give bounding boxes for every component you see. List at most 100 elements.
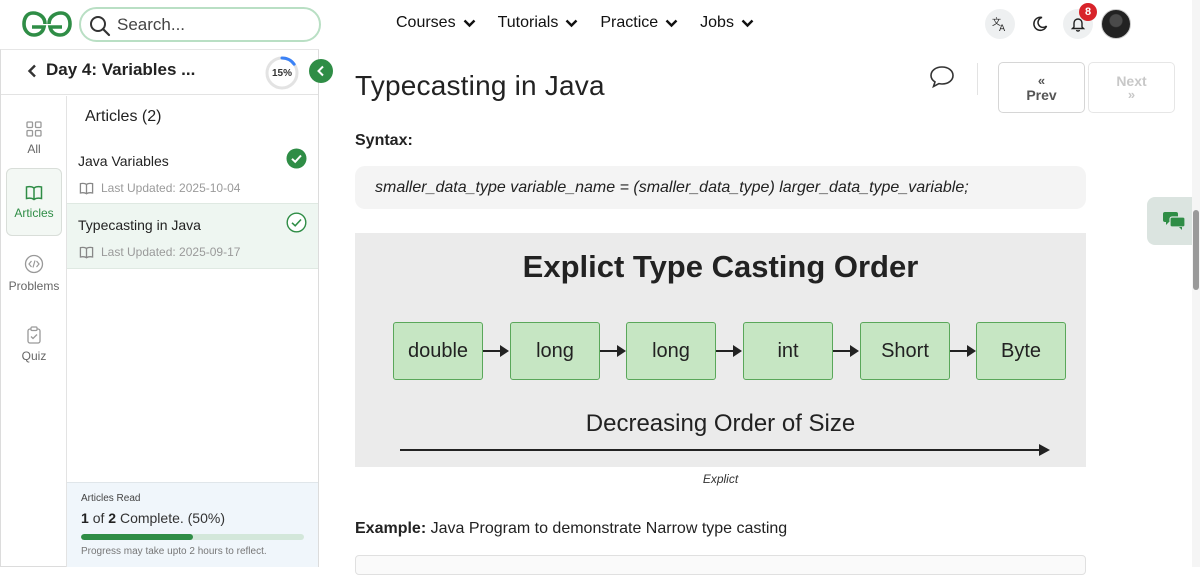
nav-tutorials[interactable]: Tutorials — [498, 14, 579, 32]
chevron-left-icon[interactable] — [27, 64, 37, 78]
syntax-code: smaller_data_type variable_name = (small… — [355, 166, 1086, 209]
book-icon — [79, 182, 94, 195]
chat-icon — [1162, 212, 1186, 230]
geeksforgeeks-logo[interactable] — [22, 10, 72, 38]
collapse-sidebar-button[interactable] — [309, 59, 333, 83]
diagram-arrow — [950, 345, 976, 357]
tab-all[interactable]: All — [6, 104, 62, 172]
chevron-down-icon — [741, 19, 754, 27]
divider — [977, 63, 978, 95]
diagram-box-int: int — [743, 322, 833, 380]
top-navbar: Courses Tutorials Practice Jobs 文 A — [0, 0, 1200, 49]
moon-icon — [1033, 16, 1048, 32]
code-block — [355, 555, 1086, 575]
comment-icon[interactable] — [929, 65, 955, 89]
translate-icon: 文 A — [992, 16, 1006, 32]
article-updated-text: Last Updated: 2025-09-17 — [101, 245, 241, 259]
article-updated: Last Updated: 2025-09-17 — [79, 245, 240, 259]
articles-progress-fill — [81, 534, 193, 540]
diagram-caption: Explict — [702, 472, 739, 486]
nav-courses-label: Courses — [396, 14, 456, 31]
code-icon — [24, 254, 44, 273]
svg-text:A: A — [999, 24, 1006, 32]
chevron-down-icon — [463, 19, 475, 27]
articles-read-value: 1 of 2 Complete. (50%) — [81, 510, 225, 526]
chevron-down-icon — [565, 19, 578, 27]
article-item-java-variables[interactable]: Java Variables Last Updated: 2025-10-04 — [67, 140, 318, 206]
theme-toggle-button[interactable] — [1025, 9, 1055, 39]
nav-jobs[interactable]: Jobs — [700, 14, 754, 32]
diagram-title: Explict Type Casting Order — [522, 249, 919, 284]
prev-label: Prev — [1026, 86, 1057, 103]
book-icon — [79, 246, 94, 259]
sidebar-header: Day 4: Variables ... 15% — [1, 50, 318, 95]
diagram-arrow — [833, 345, 859, 357]
next-button[interactable]: Next » — [1088, 62, 1175, 113]
nav-practice[interactable]: Practice — [600, 14, 678, 32]
nav-jobs-label: Jobs — [700, 14, 734, 31]
nav-courses[interactable]: Courses — [396, 14, 476, 32]
search-box[interactable] — [79, 7, 321, 42]
nav-practice-label: Practice — [600, 14, 659, 31]
diagram-arrow — [483, 345, 509, 357]
syntax-label: Syntax: — [355, 132, 413, 149]
course-sidebar: Day 4: Variables ... 15% All Articles Pr… — [0, 49, 319, 567]
article-title: Typecasting in Java — [78, 217, 201, 233]
example-text: Java Program to demonstrate Narrow type … — [430, 520, 788, 537]
book-icon — [25, 185, 43, 200]
completed-check-icon — [286, 148, 307, 169]
tab-quiz[interactable]: Quiz — [6, 310, 62, 378]
clipboard-icon — [27, 325, 41, 344]
diagram-box-long: long — [510, 322, 600, 380]
sidebar-tabs: All Articles Problems Quiz — [1, 96, 67, 567]
article-title: Java Variables — [78, 153, 169, 169]
progress-note: Progress may take upto 2 hours to reflec… — [81, 546, 267, 557]
diagram-box-double: double — [393, 322, 483, 380]
prev-button[interactable]: « Prev — [998, 62, 1085, 113]
tab-quiz-label: Quiz — [21, 348, 47, 363]
articles-heading: Articles (2) — [85, 108, 162, 125]
articles-progress-bar — [81, 534, 304, 540]
next-label: Next — [1116, 72, 1147, 89]
double-chevron-left-icon: « — [1037, 72, 1046, 88]
tab-problems[interactable]: Problems — [6, 239, 62, 307]
typecasting-diagram: Explict Type Casting Order double long l… — [355, 233, 1086, 467]
article-updated-text: Last Updated: 2025-10-04 — [101, 181, 241, 195]
diagram-box-byte: Byte — [976, 322, 1066, 380]
example-heading: Example: Java Program to demonstrate Nar… — [355, 520, 787, 538]
tab-problems-label: Problems — [8, 278, 60, 293]
tab-all-label: All — [27, 141, 41, 156]
day-title: Day 4: Variables ... — [46, 60, 196, 79]
diagram-box-long: long — [626, 322, 716, 380]
page-scrollbar[interactable] — [1192, 0, 1200, 567]
tab-articles[interactable]: Articles — [6, 168, 62, 236]
page-title: Typecasting in Java — [355, 70, 605, 101]
tab-articles-label: Articles — [14, 205, 54, 220]
read-of: of — [92, 510, 105, 526]
read-complete-text: Complete. (50%) — [119, 510, 225, 526]
search-input[interactable] — [117, 14, 307, 36]
translate-button[interactable]: 文 A — [985, 9, 1015, 39]
article-item-typecasting[interactable]: Typecasting in Java Last Updated: 2025-0… — [67, 203, 318, 269]
course-progress-ring: 15% — [265, 56, 299, 90]
grid-icon — [26, 120, 42, 137]
article-updated: Last Updated: 2025-10-04 — [79, 181, 240, 195]
diagram-arrow — [716, 345, 742, 357]
avatar[interactable] — [1101, 9, 1131, 39]
course-progress-percent: 15% — [271, 67, 292, 79]
articles-read-summary: Articles Read 1 of 2 Complete. (50%) Pro… — [67, 482, 318, 567]
scrollbar-thumb[interactable] — [1193, 210, 1199, 290]
pending-check-icon — [286, 212, 307, 233]
chevron-down-icon — [665, 19, 678, 27]
chevron-left-icon — [317, 65, 324, 77]
diagram-order-label: Decreasing Order of Size — [585, 410, 856, 437]
articles-read-label: Articles Read — [81, 493, 141, 504]
main-nav: Courses Tutorials Practice Jobs — [396, 14, 776, 32]
notification-badge: 8 — [1079, 3, 1097, 21]
read-total: 2 — [108, 510, 117, 526]
diagram-arrow — [600, 345, 626, 357]
nav-tutorials-label: Tutorials — [497, 14, 559, 31]
search-icon — [90, 16, 111, 37]
double-chevron-right-icon: » — [1127, 86, 1136, 102]
example-label: Example: — [355, 520, 427, 537]
